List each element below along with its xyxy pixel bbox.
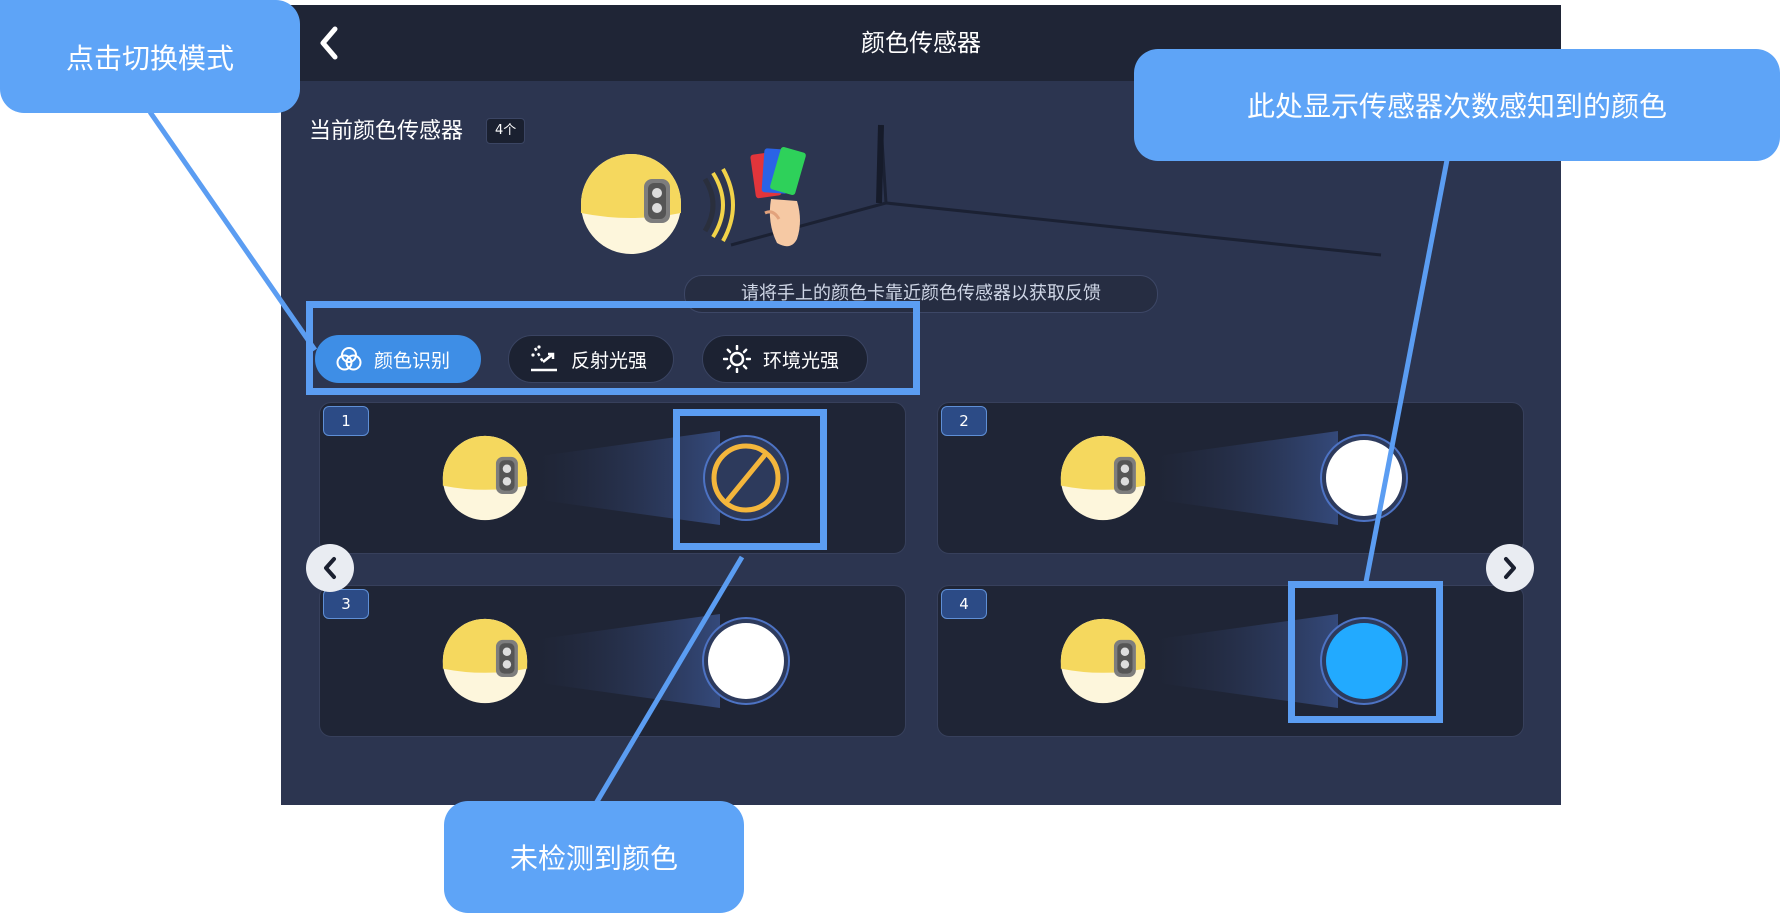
sensed-color-highlight <box>1288 581 1443 723</box>
callout-no-color: 未检测到颜色 <box>444 801 744 913</box>
callout-sensed-color: 此处显示传感器次数感知到的颜色 <box>1134 49 1780 161</box>
no-color-highlight <box>673 409 827 550</box>
callout-switch-mode: 点击切换模式 <box>0 0 300 113</box>
mode-switch-highlight <box>306 301 920 395</box>
